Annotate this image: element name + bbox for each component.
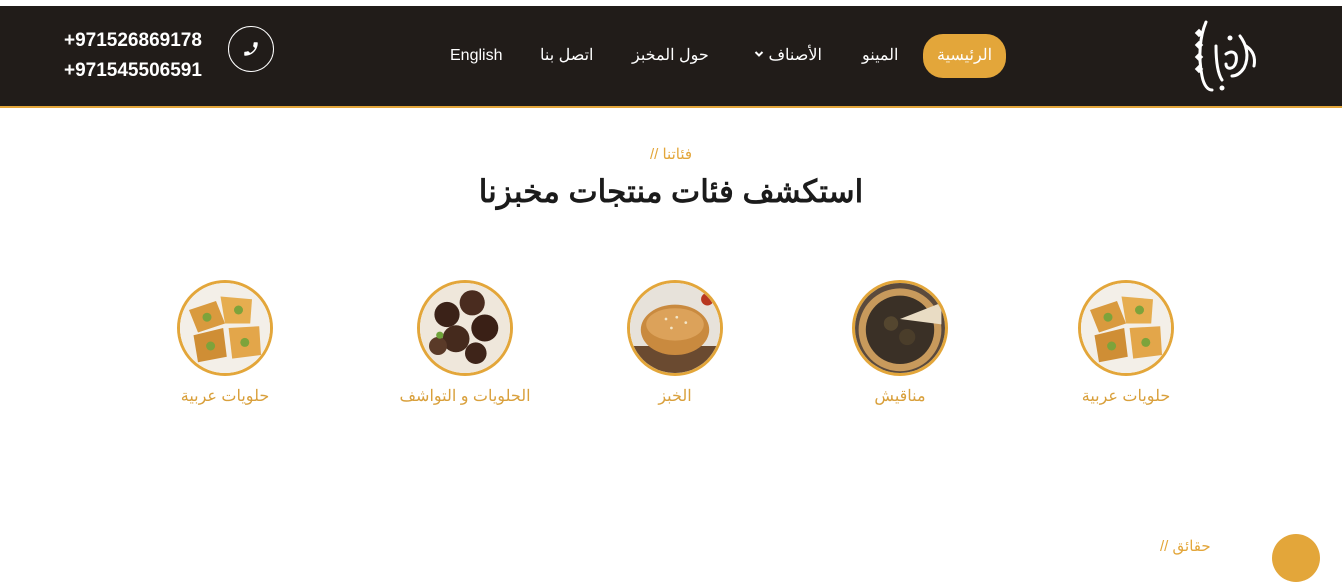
category-card-arabic-sweets-2[interactable]: حلويات عربية bbox=[125, 280, 325, 406]
category-card-manakish[interactable]: مناقيش bbox=[800, 280, 1000, 406]
facts-eyebrow: // حقائق bbox=[1160, 538, 1211, 555]
bread-image-icon bbox=[630, 283, 720, 373]
phone-number-1[interactable]: +971526869178 bbox=[64, 30, 202, 52]
category-image bbox=[1078, 280, 1174, 376]
category-image bbox=[627, 280, 723, 376]
scroll-to-top-button[interactable] bbox=[1272, 534, 1320, 582]
manakish-image-icon bbox=[855, 283, 945, 373]
category-label: الحلويات و التواشف bbox=[399, 388, 531, 405]
nav-menu[interactable]: المينو bbox=[862, 36, 899, 76]
category-image bbox=[417, 280, 513, 376]
category-label: حلويات عربية bbox=[180, 388, 270, 405]
section-eyebrow: // فئاتنا bbox=[649, 146, 693, 163]
category-label: حلويات عربية bbox=[1081, 388, 1171, 405]
kufiya-logo-icon bbox=[1194, 20, 1256, 92]
nav-categories-label: الأصناف bbox=[768, 47, 822, 64]
category-card-bread[interactable]: الخبز bbox=[575, 280, 775, 406]
phone-icon bbox=[244, 42, 258, 56]
phone-button[interactable] bbox=[228, 26, 274, 72]
category-image bbox=[852, 280, 948, 376]
nav-categories[interactable]: الأصناف bbox=[750, 36, 822, 76]
nav-about[interactable]: حول المخبز bbox=[632, 36, 709, 76]
phone-number-2[interactable]: +971545506591 bbox=[64, 60, 202, 82]
nav-language[interactable]: English bbox=[450, 36, 502, 76]
header: الرئيسية المينو الأصناف حول المخبز اتصل … bbox=[0, 6, 1342, 108]
logo[interactable] bbox=[1186, 16, 1262, 96]
category-label: مناقيش bbox=[874, 388, 926, 405]
baklava-image-icon bbox=[180, 283, 270, 373]
category-label: الخبز bbox=[658, 388, 692, 405]
chocolate-sweets-image-icon bbox=[420, 283, 510, 373]
baklava-image-icon bbox=[1081, 283, 1171, 373]
nav-home[interactable]: الرئيسية bbox=[923, 34, 1007, 78]
chevron-down-icon bbox=[754, 51, 764, 58]
category-card-sweets[interactable]: الحلويات و التواشف bbox=[365, 280, 565, 406]
nav-contact[interactable]: اتصل بنا bbox=[540, 36, 594, 76]
section-title: استكشف فئات منتجات مخبزنا bbox=[478, 174, 864, 209]
category-card-arabic-sweets[interactable]: حلويات عربية bbox=[1026, 280, 1226, 406]
category-image bbox=[177, 280, 273, 376]
